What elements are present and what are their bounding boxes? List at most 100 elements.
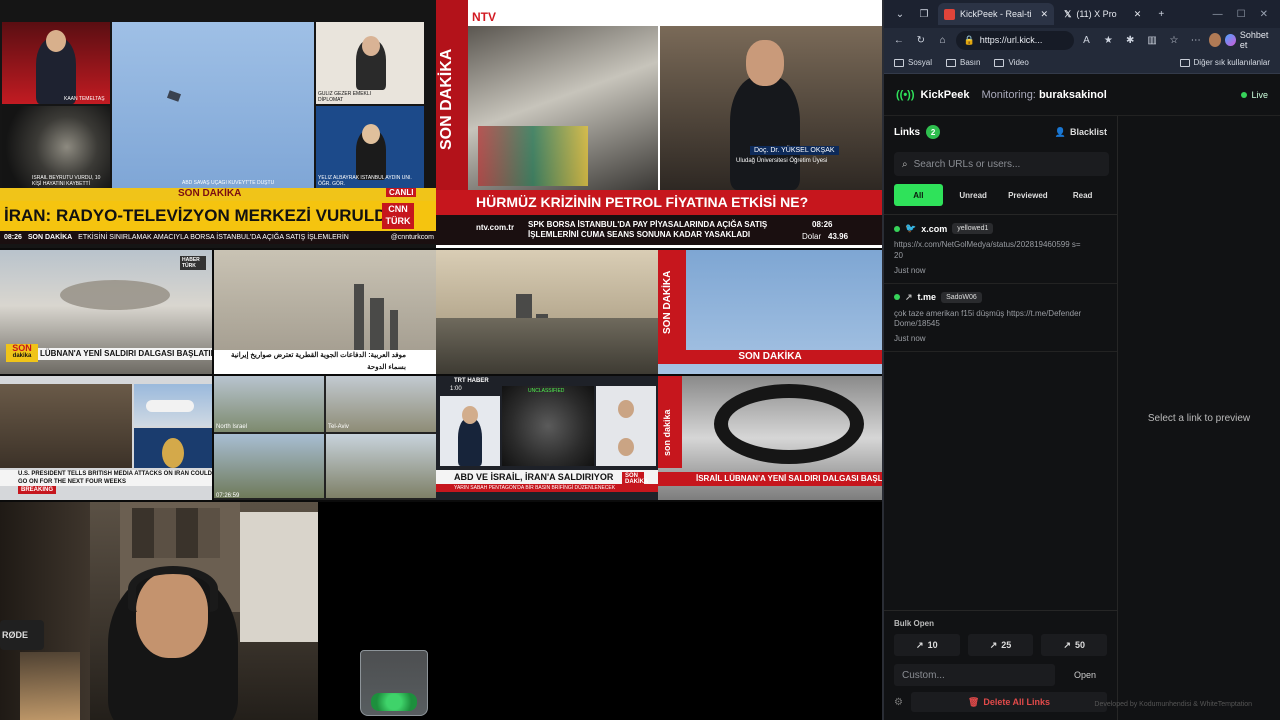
cnn-turk-feed: KAAN TEMELTAŞ ABD SAVAŞ UÇAĞI KUVEYT'TE … xyxy=(0,0,436,248)
copilot-label: Sohbet et xyxy=(1239,30,1269,50)
link-item[interactable]: 🐦 x.com yellowed1 https://x.com/NetGolMe… xyxy=(884,215,1117,284)
url-field[interactable]: 🔒 https://url.kick... xyxy=(955,30,1074,50)
tab-actions-icon[interactable]: ⌄ xyxy=(890,4,910,24)
tab-kickpeek-label: KickPeek - Real-ti xyxy=(960,9,1032,19)
delete-all-links-button[interactable]: 🗑 Delete All Links xyxy=(910,692,1107,712)
ntv-side-bar: SON DAKİKA xyxy=(436,0,468,215)
monitoring-label: Monitoring: xyxy=(981,88,1036,101)
external-link-icon: ↗ xyxy=(916,639,924,650)
link-item[interactable]: ↗ t.me SadoW06 çok taze amerikan f15i dü… xyxy=(884,284,1117,353)
bookmark-sosyal[interactable]: Sosyal xyxy=(894,58,932,67)
bookmark-label: Video xyxy=(1008,58,1029,67)
broadcast-icon: ((•)) xyxy=(896,88,915,101)
minimize-icon[interactable]: — xyxy=(1213,9,1223,20)
preview-pane: Select a link to preview xyxy=(1118,116,1280,720)
links-label: Links xyxy=(894,126,921,138)
filter-unread[interactable]: Unread xyxy=(949,184,998,206)
haberturk-headline: LÜBNAN'A YENİ SALDIRI DALGASI BAŞLATILDI xyxy=(38,348,212,360)
maximize-icon[interactable]: ☐ xyxy=(1237,9,1246,20)
link-user: SadoW06 xyxy=(941,291,982,303)
beirut-frame: İSRAİL BEYRUTU VURDU, 10 KİŞİ HAYATINI K… xyxy=(2,106,110,188)
tab-x-pro-label: (11) X Pro xyxy=(1076,9,1117,19)
a-haber-side: son dakika xyxy=(658,376,682,468)
bookmark-video[interactable]: Video xyxy=(994,58,1029,67)
other-favorites[interactable]: Diğer sık kullanılanlar xyxy=(1179,58,1270,67)
tab-x-pro[interactable]: 𝕏 (11) X Pro ✕ xyxy=(1058,3,1147,25)
link-domain: t.me xyxy=(917,292,937,303)
workspaces-icon[interactable]: ❐ xyxy=(914,4,934,24)
screen: KAAN TEMELTAŞ ABD SAVAŞ UÇAĞI KUVEYT'TE … xyxy=(0,0,1280,720)
ntv-side-text: SON DAKİKA xyxy=(438,48,455,150)
favorite-star-icon[interactable]: ★ xyxy=(1099,30,1117,50)
favorites-icon[interactable]: ☆ xyxy=(1165,30,1183,50)
avatar[interactable] xyxy=(1208,33,1222,47)
open-10-button[interactable]: ↗ 10 xyxy=(894,634,960,656)
close-window-icon[interactable]: ✕ xyxy=(1260,9,1268,20)
ntv-guest-title: Uludağ Üniversitesi Öğretim Üyesi xyxy=(736,158,828,164)
copilot-icon xyxy=(1225,34,1236,46)
close-icon[interactable]: ✕ xyxy=(1041,9,1049,20)
developer-credit: Developed by Kodumunhendisi & WhiteTempt… xyxy=(1094,701,1252,708)
url-text: https://url.kick... xyxy=(979,35,1043,45)
more-icon[interactable]: ⋯ xyxy=(1187,30,1205,50)
address-bar-row: ← ↻ ⌂ 🔒 https://url.kick... A ★ ✱ ▥ ☆ ⋯ … xyxy=(884,28,1280,52)
app-header: ((•)) KickPeek Monitoring: buraksakinol … xyxy=(884,74,1280,116)
filter-read[interactable]: Read xyxy=(1058,184,1107,206)
unclassified-badge: UNCLASSIFIED xyxy=(528,388,565,394)
cnn-handle: @cnnturkcom xyxy=(390,234,434,241)
glass-cup xyxy=(360,650,428,716)
bulk-open-title: Bulk Open xyxy=(894,619,935,628)
close-icon[interactable]: ✕ xyxy=(1134,9,1142,20)
rode-mic: RØDE xyxy=(0,620,44,650)
refresh-icon[interactable]: ↻ xyxy=(912,30,930,50)
ntv-headline-text: HÜRMÜZ KRİZİNİN PETROL FİYATINA ETKİSİ N… xyxy=(476,194,809,210)
search-input[interactable]: ⌕ Search URLs or users... xyxy=(894,152,1109,176)
bookmark-label: Sosyal xyxy=(908,58,933,67)
monitoring-user: buraksakinol xyxy=(1038,88,1107,101)
blacklist-button[interactable]: 👤 Blacklist xyxy=(1055,127,1107,138)
kickpeek-favicon-icon xyxy=(944,8,955,20)
anchor-name: KAAN TEMELTAŞ xyxy=(64,96,105,102)
search-placeholder: Search URLs or users... xyxy=(913,158,1021,170)
links-header: Links 2 👤 Blacklist xyxy=(884,116,1117,148)
link-domain: x.com xyxy=(921,223,948,234)
son-dakika-label: SON DAKİKA xyxy=(178,188,242,199)
israel-multicam-feed: North Israel Tel-Aviv 07:26:59 xyxy=(214,376,436,500)
translate-icon[interactable]: A xyxy=(1078,30,1096,50)
other-favorites-label: Diğer sık kullanılanlar xyxy=(1193,58,1270,67)
link-time: Just now xyxy=(894,334,926,344)
anchor-frame: KAAN TEMELTAŞ xyxy=(2,22,110,104)
bulk-buttons: ↗ 10 ↗ 25 ↗ 50 xyxy=(894,634,1108,656)
copilot-button[interactable]: Sohbet et xyxy=(1225,30,1274,50)
trt-time: 1:00 xyxy=(450,386,462,392)
back-icon[interactable]: ← xyxy=(890,30,908,50)
new-tab-icon[interactable]: + xyxy=(1151,4,1171,24)
arabic-headline: موفد العربية: الدفاعات الجوية القطرية تع… xyxy=(214,350,436,374)
multicam-clock: 07:26:59 xyxy=(216,493,240,499)
extensions-icon[interactable]: ✱ xyxy=(1121,30,1139,50)
ntv-headline: HÜRMÜZ KRİZİNİN PETROL FİYATINA ETKİSİ N… xyxy=(436,190,882,215)
kickpeek-app: ((•)) KickPeek Monitoring: buraksakinol … xyxy=(884,74,1280,720)
al-jazeera-feed: U.S. PRESIDENT TELLS BRITISH MEDIA ATTAC… xyxy=(0,376,212,500)
trt-haber-feed: TRT HABER 1:00 UNCLASSIFIED ABD VE İSRAİ… xyxy=(436,376,658,500)
open-50-button[interactable]: ↗ 50 xyxy=(1041,634,1108,656)
guest-frame-2: YELİZ ALBAYRAK İSTANBUL AYDIN ÜNİ. ÖĞR. … xyxy=(316,106,424,188)
trash-icon: 🗑 xyxy=(967,696,980,707)
guest-frame-1: GÜLİZ GEZER EMEKLİ DİPLOMAT xyxy=(316,22,424,104)
window-controls: — ☐ ✕ xyxy=(1213,9,1274,20)
split-screen-icon[interactable]: ▥ xyxy=(1143,30,1161,50)
open-custom-button[interactable]: Open xyxy=(1063,670,1107,680)
bookmark-basin[interactable]: Basın xyxy=(946,58,980,67)
ntv-broll xyxy=(468,26,658,190)
settings-gear-icon[interactable]: ⚙ xyxy=(894,697,903,708)
custom-count-input[interactable]: Custom... xyxy=(894,664,1055,686)
link-time: Just now xyxy=(894,265,926,275)
breaking-tag: BREAKING xyxy=(18,486,57,494)
home-icon[interactable]: ⌂ xyxy=(934,30,952,50)
cnn-ticker-label: SON DAKİKA xyxy=(27,234,73,241)
filter-all[interactable]: All xyxy=(894,184,943,206)
x-logo-icon: 𝕏 xyxy=(1064,8,1072,19)
filter-previewed[interactable]: Previewed xyxy=(1004,184,1053,206)
tab-kickpeek[interactable]: KickPeek - Real-ti ✕ xyxy=(938,3,1055,25)
open-25-button[interactable]: ↗ 25 xyxy=(967,634,1034,656)
